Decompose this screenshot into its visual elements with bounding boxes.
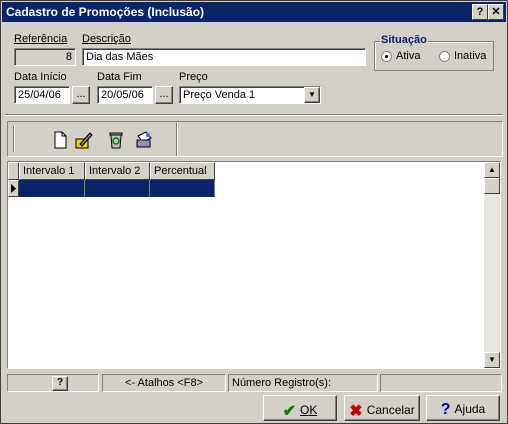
- new-document-icon[interactable]: [50, 130, 70, 150]
- column-header-intervalo1[interactable]: Intervalo 1: [19, 162, 85, 180]
- divider: [5, 114, 503, 116]
- cancelar-label: Cancelar: [366, 403, 415, 418]
- data-fim-label: Data Fim: [97, 71, 142, 83]
- situacao-label: Situação: [380, 34, 428, 46]
- vertical-scrollbar[interactable]: ▲ ▼: [484, 162, 500, 368]
- recycle-bin-icon[interactable]: [106, 130, 126, 150]
- question-mark-icon: ?: [440, 401, 451, 418]
- data-inicio-picker-button[interactable]: ...: [72, 86, 90, 104]
- ajuda-label: Ajuda: [454, 402, 486, 417]
- status-empty: [380, 374, 502, 392]
- help-icon[interactable]: ?: [52, 376, 68, 391]
- scroll-down-button[interactable]: ▼: [484, 352, 500, 368]
- scroll-thumb[interactable]: [484, 178, 500, 194]
- data-fim-input[interactable]: 20/05/06: [97, 86, 153, 104]
- edit-icon[interactable]: [74, 130, 94, 150]
- close-button[interactable]: ✕: [488, 4, 504, 20]
- data-grid[interactable]: Intervalo 1 Intervalo 2 Percentual ▲ ▼: [7, 161, 501, 369]
- help-button[interactable]: ? Ajuda: [426, 395, 500, 421]
- toolbar-grip: [13, 126, 15, 152]
- inativa-radio[interactable]: [439, 51, 450, 62]
- ok-button[interactable]: ✔ OK: [263, 395, 337, 421]
- row-indicator-header: [8, 162, 19, 180]
- current-row-indicator: [8, 180, 19, 197]
- print-icon[interactable]: [134, 130, 154, 150]
- data-inicio-input[interactable]: 25/04/06: [14, 86, 70, 104]
- title-bar: Cadastro de Promoções (Inclusão) ? ✕: [2, 2, 506, 22]
- descricao-label: Descrição: [82, 33, 131, 45]
- referencia-label: Referência: [14, 33, 68, 45]
- column-header-percentual[interactable]: Percentual: [150, 162, 215, 180]
- data-fim-picker-button[interactable]: ...: [155, 86, 173, 104]
- checkmark-icon: ✔: [282, 403, 297, 420]
- toolbar-separator: [176, 122, 178, 156]
- x-icon: ✖: [349, 403, 363, 420]
- dialog-window: Cadastro de Promoções (Inclusão) ? ✕ Ref…: [0, 0, 508, 424]
- cell-intervalo1[interactable]: [19, 180, 85, 197]
- preco-label: Preço: [179, 71, 208, 83]
- chevron-down-icon[interactable]: ▼: [304, 87, 320, 103]
- toolbar: [7, 121, 503, 157]
- window-title: Cadastro de Promoções (Inclusão): [6, 5, 205, 19]
- status-registros: Número Registro(s):: [228, 374, 378, 392]
- cell-intervalo2[interactable]: [85, 180, 150, 197]
- inativa-label[interactable]: Inativa: [454, 50, 486, 62]
- status-atalhos: <- Atalhos <F8>: [102, 374, 226, 392]
- ok-label: OK: [300, 403, 318, 418]
- scroll-up-button[interactable]: ▲: [484, 162, 500, 178]
- help-title-button[interactable]: ?: [472, 4, 488, 20]
- referencia-field: 8: [14, 48, 76, 66]
- cell-percentual[interactable]: [150, 180, 215, 197]
- cancel-button[interactable]: ✖ Cancelar: [344, 395, 420, 421]
- status-help-panel: ?: [7, 374, 99, 392]
- row-pointer-icon: [11, 184, 16, 193]
- data-inicio-label: Data Início: [14, 71, 67, 83]
- preco-select[interactable]: Preço Venda 1: [179, 86, 321, 104]
- column-header-intervalo2[interactable]: Intervalo 2: [85, 162, 150, 180]
- ativa-radio[interactable]: [381, 51, 392, 62]
- ativa-label[interactable]: Ativa: [396, 50, 420, 62]
- descricao-input[interactable]: Dia das Mães: [82, 48, 366, 66]
